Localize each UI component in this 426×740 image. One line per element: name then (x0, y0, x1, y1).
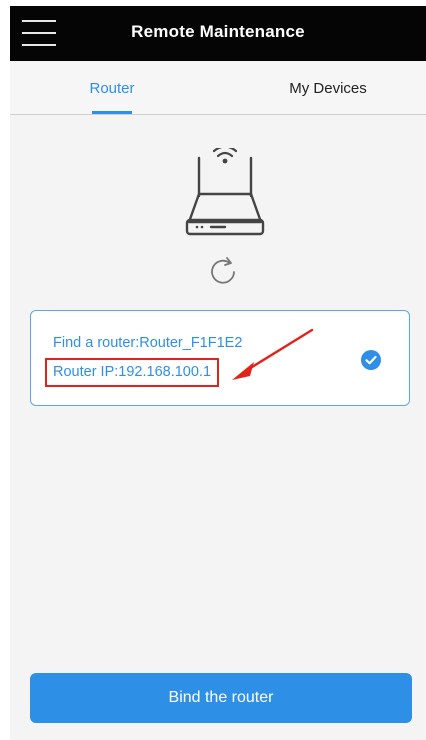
tab-my-devices[interactable]: My Devices (278, 61, 378, 114)
check-circle-icon (361, 350, 381, 370)
tab-bar: Router My Devices (10, 61, 426, 115)
page-title: Remote Maintenance (131, 22, 305, 41)
found-router-name: Find a router:Router_F1F1E2 (53, 335, 243, 351)
active-tab-indicator (92, 111, 132, 114)
router-ip-label: Router IP:192.168.100.1 (45, 358, 220, 387)
annotation-arrow-icon (232, 328, 314, 380)
router-result-card[interactable]: Find a router:Router_F1F1E2 Router IP:19… (30, 310, 410, 406)
app-screen: Remote Maintenance Router My Devices Fin… (10, 6, 426, 740)
bind-router-button[interactable]: Bind the router (30, 673, 412, 723)
header-bar: Remote Maintenance (10, 6, 426, 61)
tab-router[interactable]: Router (72, 61, 152, 114)
refresh-icon[interactable] (203, 252, 243, 292)
wifi-router-icon (185, 148, 265, 236)
